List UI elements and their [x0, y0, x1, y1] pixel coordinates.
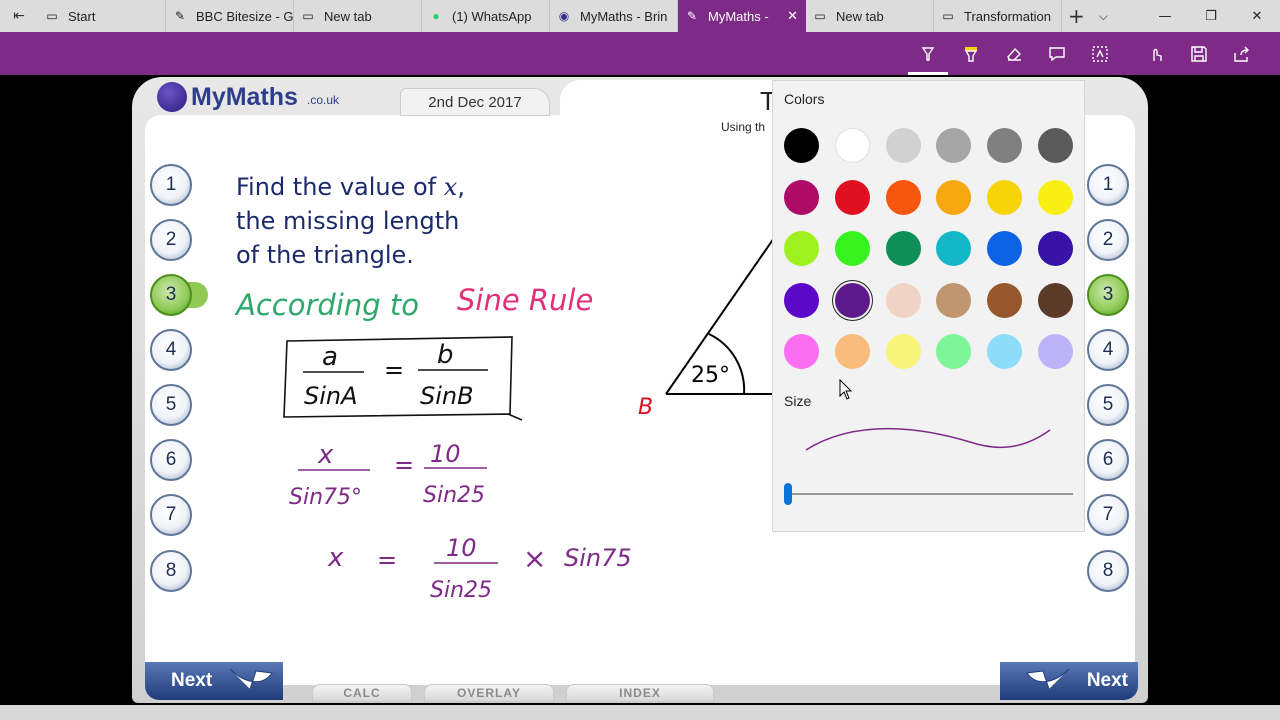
color-swatch[interactable]	[987, 231, 1023, 266]
size-slider-thumb[interactable]	[784, 483, 792, 505]
color-swatch[interactable]	[1038, 179, 1073, 215]
color-swatch[interactable]	[936, 282, 972, 318]
color-swatch[interactable]	[1038, 334, 1073, 369]
handwriting-according-to: According to	[234, 288, 419, 322]
eq2-x: x	[327, 543, 344, 573]
next-button-left[interactable]: Next	[145, 662, 283, 700]
color-swatch[interactable]	[834, 128, 870, 163]
rule-sina: SinA	[304, 382, 358, 410]
next-arrow-icon	[1025, 665, 1071, 697]
eq1-equals: =	[394, 451, 414, 479]
color-swatch[interactable]	[1038, 231, 1073, 266]
eq1-sin75: Sin75°	[289, 485, 362, 510]
color-swatch[interactable]	[1038, 282, 1073, 318]
eq2-times: ×	[523, 542, 546, 575]
size-slider-track[interactable]	[788, 493, 1073, 495]
overlay-tab[interactable]: OVERLAY	[424, 684, 554, 702]
vertex-label-b: B	[638, 395, 653, 420]
color-swatch[interactable]	[784, 334, 819, 369]
color-swatch[interactable]	[834, 282, 870, 318]
color-swatch[interactable]	[834, 334, 870, 369]
eq2-equals: =	[377, 546, 397, 574]
rule-a: a	[322, 342, 338, 372]
index-tab[interactable]: INDEX	[566, 684, 714, 702]
next-label-left: Next	[171, 670, 213, 691]
angle-label: 25°	[691, 363, 730, 388]
size-label: Size	[784, 393, 812, 409]
handwriting-sine-rule: Sine Rule	[457, 283, 593, 317]
eq2-10: 10	[446, 534, 477, 562]
next-label-right: Next	[1086, 670, 1128, 691]
eq2-sin75: Sin75	[564, 544, 632, 572]
status-strip	[0, 705, 1280, 720]
eq2-sin25: Sin25	[430, 578, 492, 603]
color-swatch[interactable]	[987, 179, 1023, 215]
color-swatch[interactable]	[834, 231, 870, 266]
next-arrow-icon	[228, 665, 274, 697]
calc-tab[interactable]: CALC	[312, 684, 412, 702]
rule-equals: =	[384, 356, 404, 384]
eq1-sin25: Sin25	[423, 483, 485, 508]
color-swatch[interactable]	[784, 282, 819, 318]
color-swatch[interactable]	[885, 179, 921, 215]
rule-sinb: SinB	[420, 382, 474, 410]
color-swatch[interactable]	[885, 231, 921, 266]
stroke-preview	[805, 428, 1051, 451]
color-swatch[interactable]	[1038, 128, 1073, 163]
color-swatch[interactable]	[885, 128, 921, 163]
color-swatch[interactable]	[784, 231, 819, 266]
next-button-right[interactable]: Next	[1000, 662, 1138, 700]
mouse-cursor-icon	[839, 379, 853, 400]
eq1-10: 10	[430, 440, 461, 468]
color-swatch[interactable]	[936, 179, 972, 215]
color-swatch[interactable]	[834, 179, 870, 215]
color-swatch[interactable]	[987, 282, 1023, 318]
color-swatch[interactable]	[784, 179, 819, 215]
rule-b: b	[437, 340, 454, 370]
color-swatch[interactable]	[885, 282, 921, 318]
ink-layer: 25° B According to Sine Rule a SinA = b …	[234, 237, 775, 603]
color-swatch[interactable]	[987, 128, 1023, 163]
triangle-diagram: 25°	[665, 237, 775, 395]
eq1-x: x	[317, 440, 334, 470]
color-swatch[interactable]	[784, 128, 819, 163]
color-swatch[interactable]	[885, 334, 921, 369]
colors-label: Colors	[784, 91, 825, 107]
color-swatch[interactable]	[987, 334, 1023, 369]
